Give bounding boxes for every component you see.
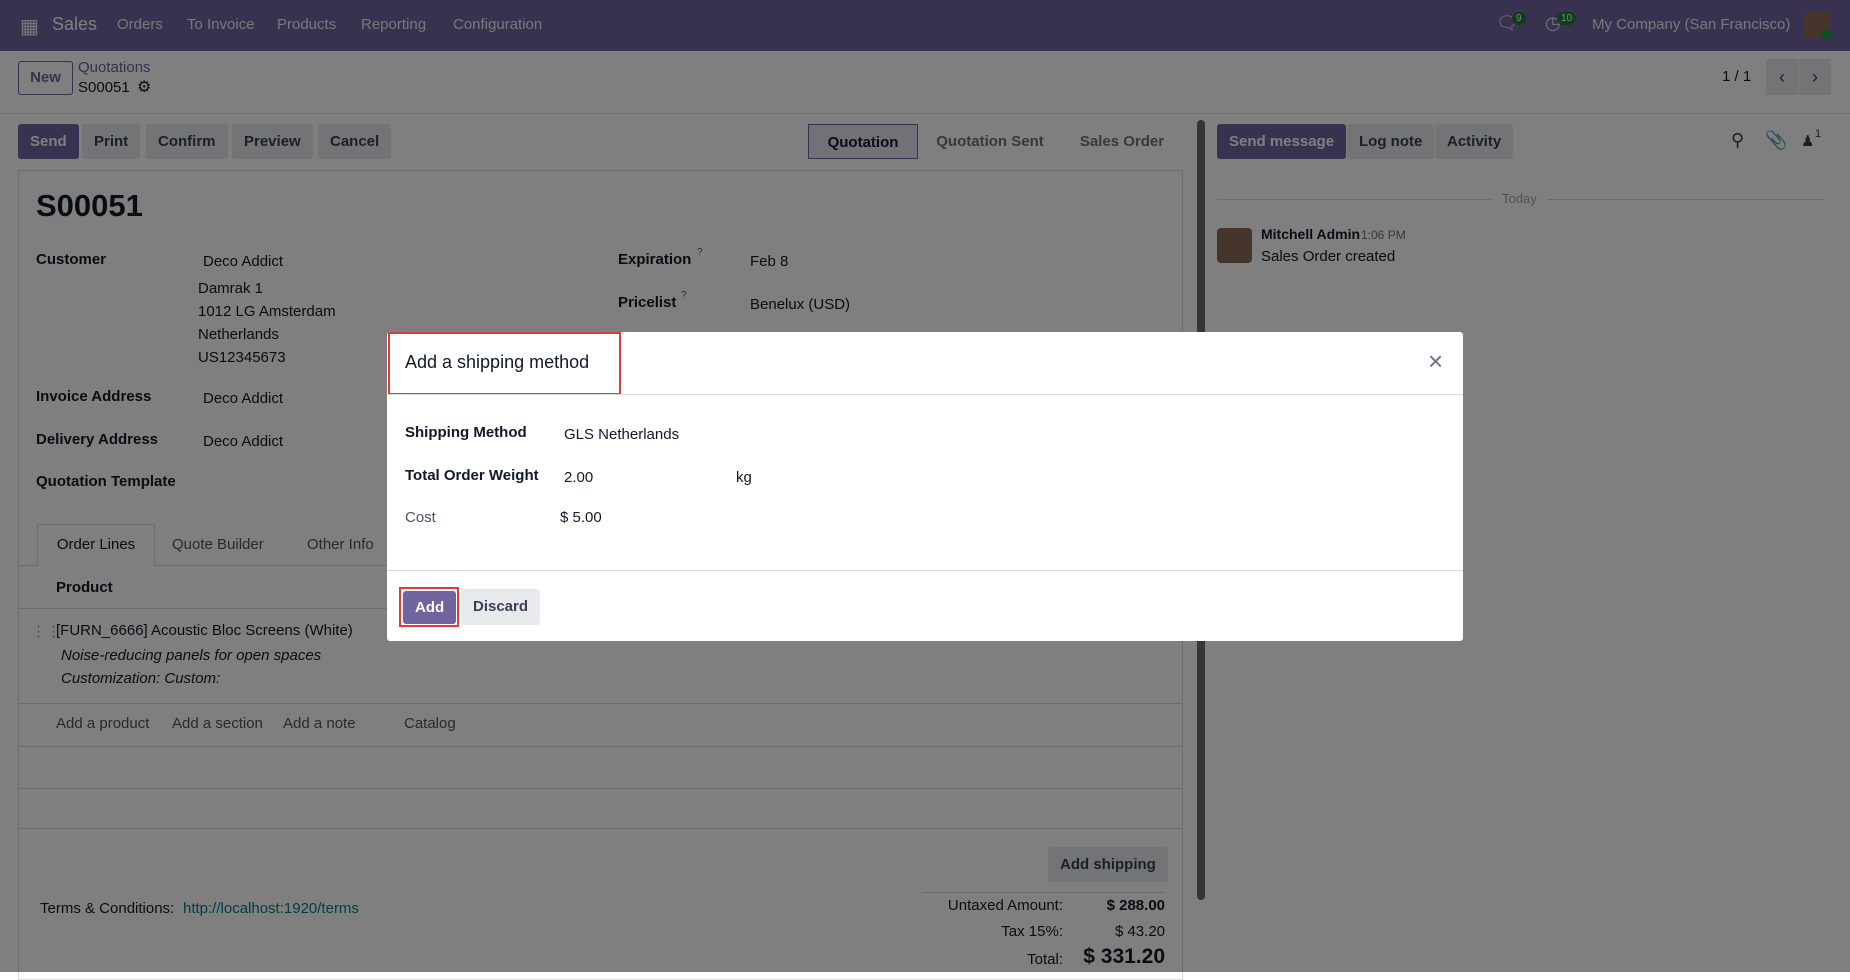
weight-field[interactable]: 2.00 (564, 469, 593, 486)
dialog-title: Add a shipping method (405, 352, 590, 372)
cost-label: Cost (405, 509, 436, 526)
cost-value: $ 5.00 (560, 509, 602, 526)
close-icon[interactable]: × (1428, 346, 1443, 377)
shipping-method-dialog: Add a shipping method × Shipping Method … (387, 332, 1463, 641)
weight-unit: kg (736, 469, 752, 486)
shipping-method-field[interactable]: GLS Netherlands (564, 426, 679, 443)
add-button[interactable]: Add (403, 591, 457, 624)
shipping-method-label: Shipping Method (405, 424, 527, 441)
discard-button[interactable]: Discard (461, 589, 541, 625)
weight-label: Total Order Weight (405, 467, 539, 484)
